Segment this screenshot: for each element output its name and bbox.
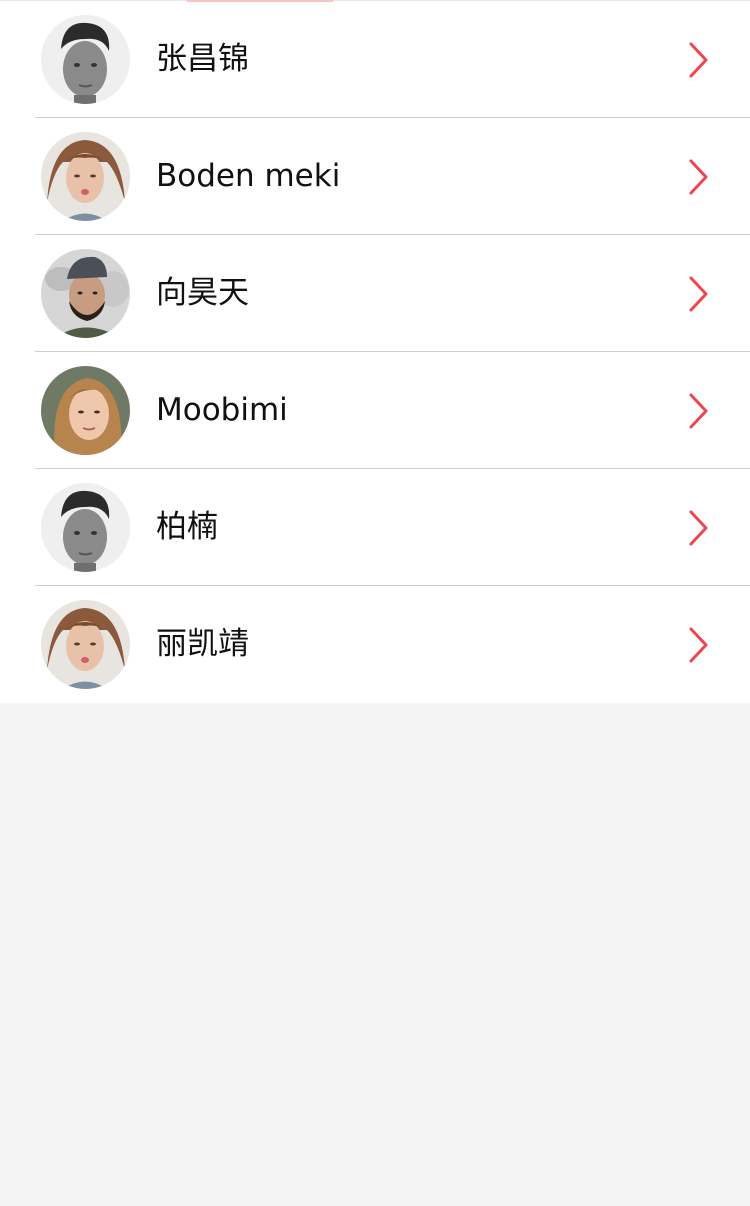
- avatar: [41, 132, 130, 221]
- contact-row[interactable]: 张昌锦: [35, 1, 750, 118]
- contact-name: Moobimi: [156, 392, 288, 428]
- chevron-right-icon: [689, 393, 708, 429]
- avatar: [41, 483, 130, 572]
- woman-kiss-portrait-icon: [41, 600, 130, 689]
- chevron-right-icon: [689, 276, 708, 312]
- contact-row[interactable]: 向昊天: [35, 235, 750, 352]
- chevron-right-icon: [689, 42, 708, 78]
- avatar: [41, 249, 130, 338]
- contact-row[interactable]: Boden meki: [35, 118, 750, 235]
- chevron-right-icon: [689, 510, 708, 546]
- contact-name: 张昌锦: [156, 41, 249, 77]
- avatar: [41, 15, 130, 104]
- man-portrait-bw-icon: [41, 483, 130, 572]
- contact-name: 丽凯靖: [156, 626, 249, 662]
- avatar: [41, 366, 130, 455]
- avatar: [41, 600, 130, 689]
- chevron-right-icon: [689, 159, 708, 195]
- bearded-man-cap-portrait-icon: [41, 249, 130, 338]
- contacts-page: 张昌锦 Boden meki 向昊天 Moobimi 柏楠 丽凯靖: [0, 0, 750, 1206]
- contact-name: 柏楠: [156, 509, 218, 545]
- contact-row[interactable]: 柏楠: [35, 469, 750, 586]
- contact-name: 向昊天: [156, 275, 249, 311]
- contact-list: 张昌锦 Boden meki 向昊天 Moobimi 柏楠 丽凯靖: [0, 0, 750, 703]
- chevron-right-icon: [689, 627, 708, 663]
- man-portrait-bw-icon: [41, 15, 130, 104]
- woman-blonde-portrait-icon: [41, 366, 130, 455]
- contact-row[interactable]: 丽凯靖: [35, 586, 750, 703]
- contact-name: Boden meki: [156, 158, 341, 194]
- woman-kiss-portrait-icon: [41, 132, 130, 221]
- tab-indicator: [187, 0, 333, 2]
- contact-row[interactable]: Moobimi: [35, 352, 750, 469]
